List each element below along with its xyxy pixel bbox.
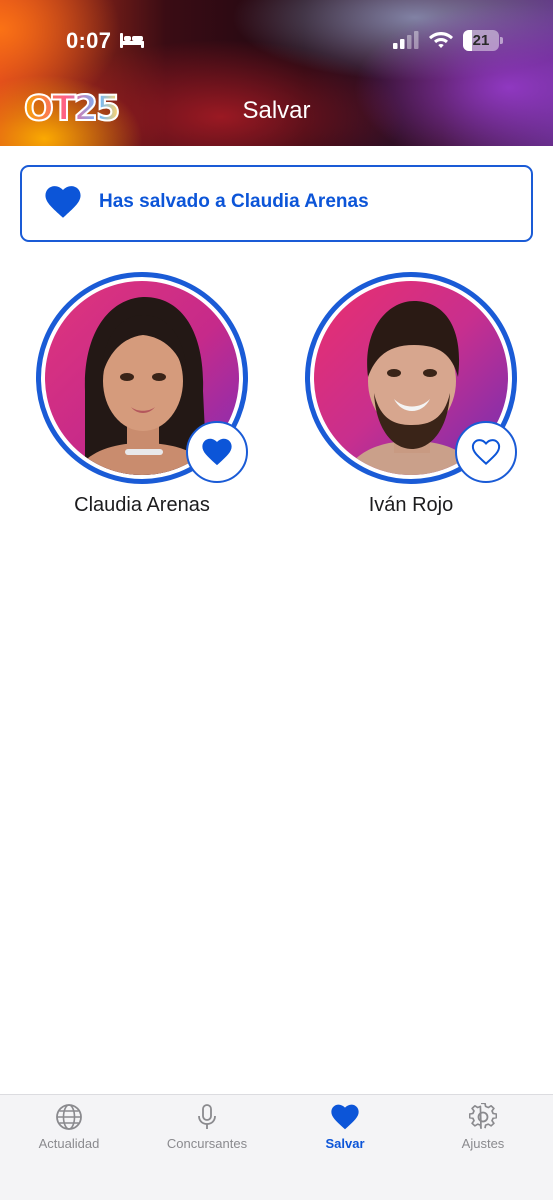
heart-icon [331,1104,359,1130]
battery-icon: 21 [463,30,503,51]
bed-icon [120,33,144,48]
heart-filled-icon [45,186,81,218]
tab-actualidad[interactable]: Actualidad [0,1103,138,1163]
tab-label: Salvar [325,1136,365,1151]
tab-ajustes[interactable]: Ajustes [414,1103,552,1163]
status-time: 0:07 [66,28,112,53]
globe-icon [56,1104,82,1130]
contestant-card-claudia-arenas[interactable]: Claudia Arenas [36,272,248,522]
page-title: Salvar [242,97,311,124]
tab-label: Concursantes [166,1136,248,1151]
tab-concursantes[interactable]: Concursantes [138,1103,276,1163]
tab-salvar[interactable]: Salvar [276,1103,414,1163]
save-vote-button[interactable] [455,421,517,483]
bottom-tab-bar: Actualidad Concursantes Salvar Ajustes [0,1094,553,1200]
gear-icon [469,1103,497,1129]
status-bar: 0:07 21 [0,0,553,80]
app-header: 0:07 21 OT25 Salvar [0,0,553,146]
battery-level: 21 [472,32,490,49]
banner-message: Has salvado a Claudia Arenas [99,191,369,212]
wifi-icon [429,32,453,48]
heart-filled-icon [202,438,232,466]
contestant-name: Iván Rojo [368,494,454,516]
cellular-signal-icon [393,31,419,49]
save-vote-button[interactable] [186,421,248,483]
microphone-icon [198,1104,216,1129]
contestant-card-ivan-rojo[interactable]: Iván Rojo [305,272,517,522]
heart-outline-icon [471,439,501,465]
contestant-name: Claudia Arenas [74,494,210,516]
saved-confirmation-banner: Has salvado a Claudia Arenas [20,165,533,242]
tab-label: Ajustes [461,1136,505,1151]
tab-label: Actualidad [38,1136,100,1151]
